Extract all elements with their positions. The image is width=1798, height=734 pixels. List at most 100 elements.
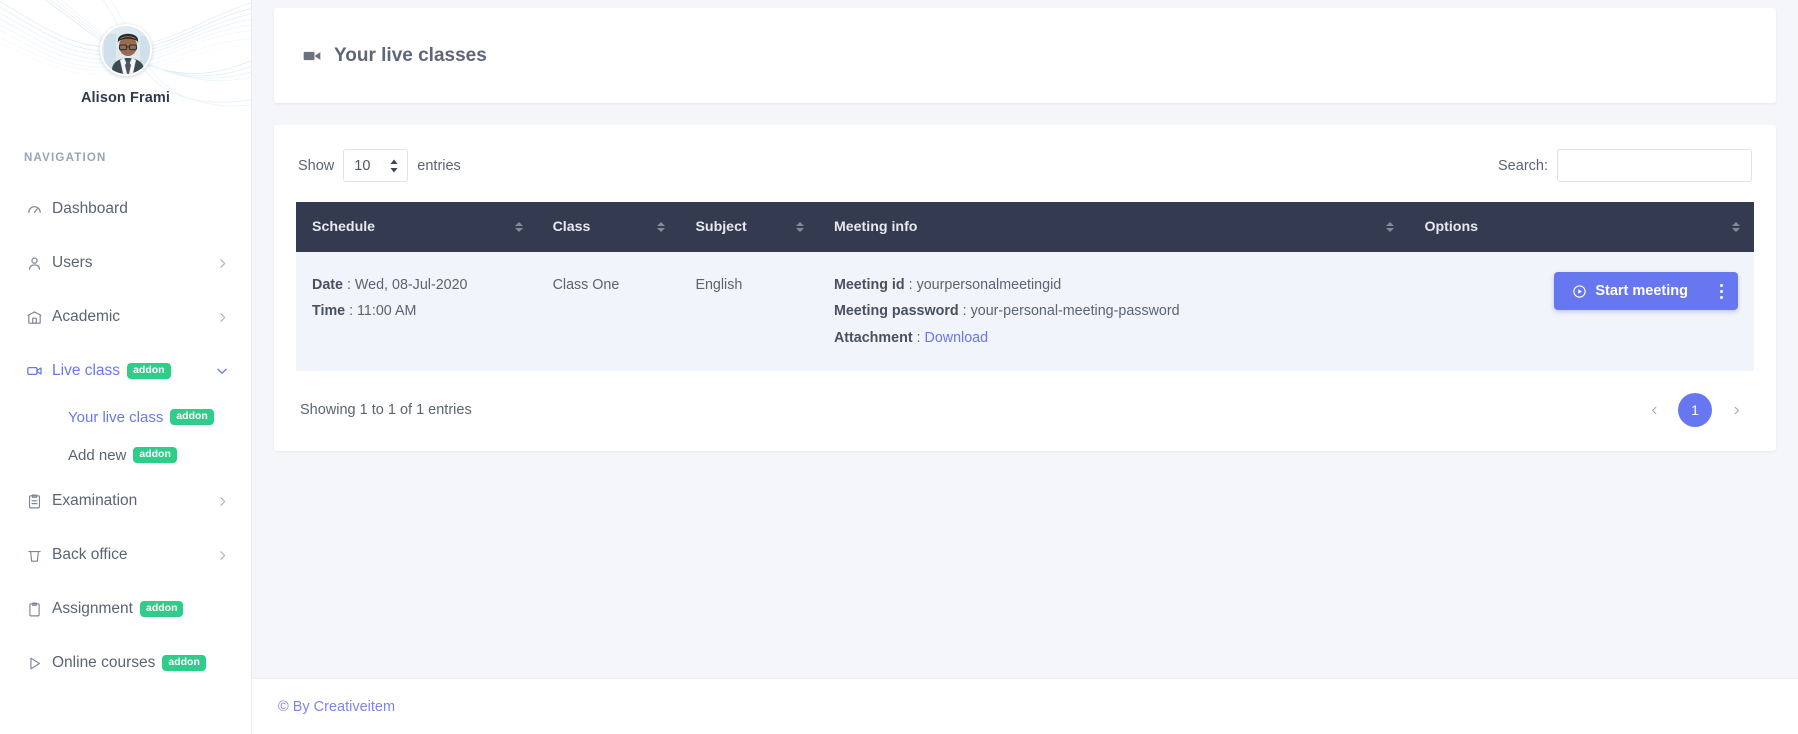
clipboard-icon [26,601,52,618]
download-link[interactable]: Download [925,330,989,346]
sidebar-item-live-class[interactable]: Live class addon [0,344,251,398]
schedule-date: Date : Wed, 08-Jul-2020 [312,272,521,298]
table-body: Date : Wed, 08-Jul-2020 Time : 11:00 AM … [296,252,1754,372]
meeting-password-label: Meeting password [833,303,959,320]
pagination-next-button[interactable] [1722,396,1750,424]
page-length-select[interactable]: 10 25 50 100 [343,149,409,182]
sidebar-subitem-add-new[interactable]: Add new addon [0,436,251,474]
kv-separator: : [904,277,917,293]
sidebar-item-academic[interactable]: Academic [0,290,251,344]
sidebar-item-label: Assignment addon [52,600,229,618]
sidebar-item-label: Examination [52,492,138,509]
sidebar-subitem-text: Your live class [68,408,164,426]
sidebar-item-back-office[interactable]: Back office [0,528,251,582]
search-input[interactable] [1557,149,1752,182]
pagination-prev-button[interactable] [1640,396,1668,424]
chevron-right-icon [1731,405,1742,416]
sidebar-nav-list: Dashboard Users Academic Live class addo… [0,182,251,690]
sort-icon[interactable] [795,222,804,232]
sidebar-profile: Alison Frami [0,0,251,106]
column-header-schedule[interactable]: Schedule [296,202,537,252]
sidebar-subnav-container: Your live class addon Add new addon [0,398,251,474]
sidebar-item-text: Live class [52,362,121,379]
meeting-id-row: Meeting id : yourpersonalmeetingid [834,272,1393,298]
start-meeting-button[interactable]: Start meeting [1554,272,1704,310]
page-header-card: Your live classes [274,8,1776,103]
sidebar-item-examination[interactable]: Examination [0,474,251,528]
time-value: 11:00 AM [357,303,417,320]
chevron-right-icon [216,257,229,270]
sidebar-item-dashboard[interactable]: Dashboard [0,182,251,236]
video-camera-icon [302,46,322,66]
table-row: Date : Wed, 08-Jul-2020 Time : 11:00 AM … [296,252,1754,372]
sort-icon[interactable] [514,222,523,232]
avatar[interactable] [99,24,152,76]
sidebar-item-users[interactable]: Users [0,236,251,290]
column-header-label: Schedule [312,219,376,235]
search-label: Search: [1498,157,1548,174]
entries-label: entries [417,157,461,174]
entries-info: Showing 1 to 1 of 1 entries [300,402,472,419]
page-title: Your live classes [302,45,487,67]
sidebar-item-label: Back office [52,546,128,563]
table-head: Schedule Class Subject Meeting info Opti… [296,202,1754,252]
column-header-label: Class [552,219,591,235]
meeting-password-value: your-personal-meeting-password [970,303,1180,320]
column-header-options[interactable]: Options [1408,202,1754,252]
sort-icon[interactable] [657,222,666,232]
sidebar-item-online-courses[interactable]: Online courses addon [0,636,251,690]
options-menu-button[interactable] [1704,272,1738,310]
app-root: Alison Frami NAVIGATION Dashboard Users [0,0,1798,734]
sidebar-item-label: Users [52,254,93,271]
addon-badge: addon [162,655,206,671]
schedule-time: Time : 11:00 AM [312,298,521,324]
cell-class: Class One [536,252,680,372]
kv-separator: : [343,277,355,293]
footer-copyright[interactable]: © By Creativeitem [278,699,395,715]
meeting-id-label: Meeting id [833,277,905,293]
start-meeting-button-group: Start meeting [1554,272,1738,310]
date-value: Wed, 08-Jul-2020 [354,277,468,293]
meeting-id-value: yourpersonalmeetingid [916,277,1062,293]
page-length-select-wrapper: 10 25 50 100 [343,149,409,182]
addon-badge: addon [127,363,171,379]
sidebar-subitem-your-live-class[interactable]: Your live class addon [0,398,251,436]
column-header-meeting-info[interactable]: Meeting info [817,202,1409,252]
cell-schedule: Date : Wed, 08-Jul-2020 Time : 11:00 AM [296,252,537,372]
kv-separator: : [345,303,358,320]
attachment-label: Attachment [833,329,913,346]
column-header-class[interactable]: Class [536,202,680,252]
sort-icon[interactable] [1386,222,1395,232]
cell-subject: English [679,252,818,372]
sort-icon[interactable] [1732,222,1740,232]
sidebar-item-text: Assignment [52,600,133,617]
time-label: Time [312,303,346,320]
user-icon [26,255,52,272]
table-footer: Showing 1 to 1 of 1 entries 1 [296,371,1754,429]
chevron-down-icon[interactable] [215,364,229,378]
sidebar-item-label: Academic [52,308,121,325]
pagination: 1 [1640,393,1750,428]
column-header-label: Subject [695,219,747,235]
kv-separator: : [912,329,925,346]
live-classes-table: Schedule Class Subject Meeting info Opti… [296,202,1754,372]
sidebar-item-label: Online courses addon [52,654,229,672]
sidebar-item-assignment[interactable]: Assignment addon [0,582,251,636]
sidebar-item-label: Dashboard [52,200,128,217]
main-area: Your live classes Show 10 25 50 100 [252,0,1798,734]
addon-badge: addon [133,447,177,463]
cell-options: Start meeting [1408,252,1754,372]
clipboard-list-icon [26,493,52,510]
play-circle-icon [1572,284,1587,299]
pagination-page-1[interactable]: 1 [1678,393,1712,428]
show-label: Show [298,157,335,174]
page-title-text: Your live classes [334,44,487,66]
table-toolbar: Show 10 25 50 100 ent [296,149,1754,202]
column-header-subject[interactable]: Subject [679,202,818,252]
bank-icon [26,309,52,326]
trash-icon [26,547,52,564]
sidebar-subitem-text: Add new [68,446,127,464]
column-header-label: Meeting info [833,219,918,235]
chevron-right-icon [216,549,229,562]
speedometer-icon [26,201,52,218]
